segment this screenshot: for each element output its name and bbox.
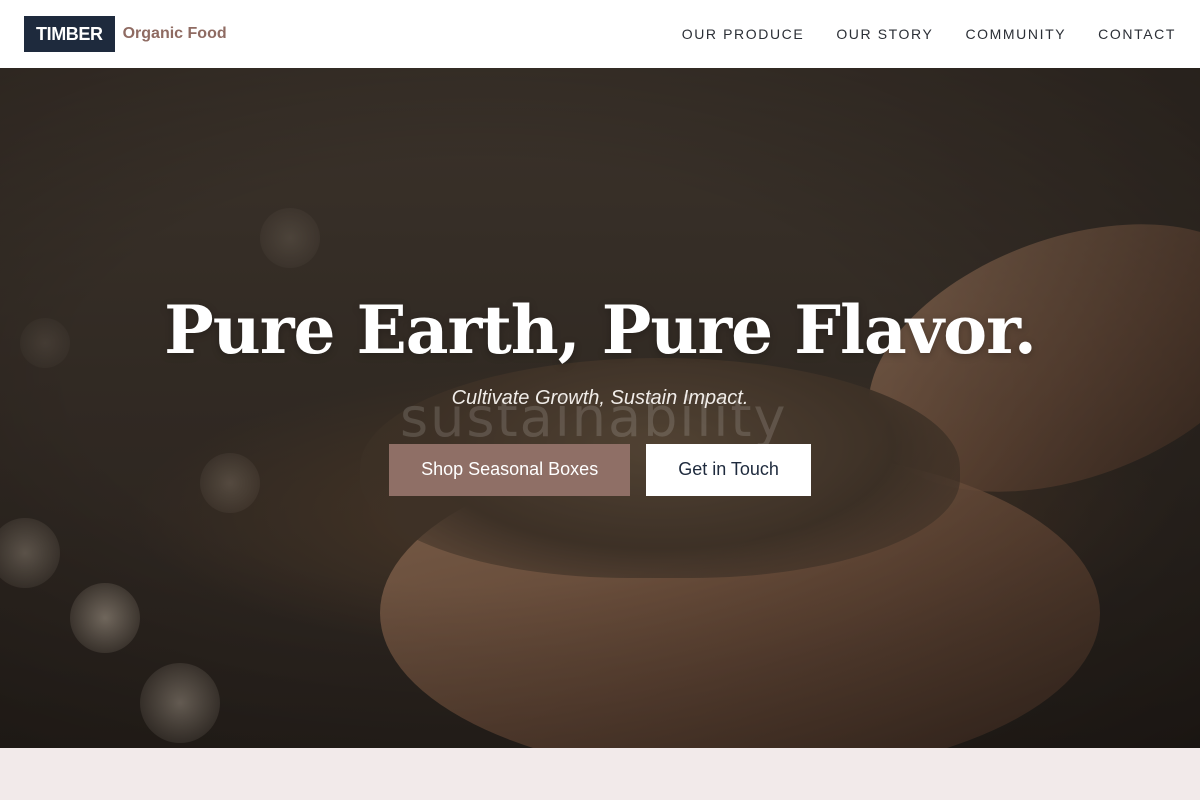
next-section [0,748,1200,800]
hero-content: Pure Earth, Pure Flavor. Cultivate Growt… [0,68,1200,748]
brand-logo[interactable]: TIMBER Organic Food [24,16,227,52]
site-header: TIMBER Organic Food OUR PRODUCE OUR STOR… [0,0,1200,68]
shop-seasonal-boxes-button[interactable]: Shop Seasonal Boxes [389,443,631,496]
hero-cta-group: Shop Seasonal Boxes Get in Touch [389,443,811,496]
nav-item-contact[interactable]: CONTACT [1098,26,1176,42]
main-nav: OUR PRODUCE OUR STORY COMMUNITY CONTACT [682,26,1176,42]
hero-section: sustainability Pure Earth, Pure Flavor. … [0,68,1200,748]
brand-tagline: Organic Food [122,25,227,42]
hero-subtitle: Cultivate Growth, Sustain Impact. [451,386,749,409]
brand-name: TIMBER [24,16,115,52]
get-in-touch-button[interactable]: Get in Touch [646,443,811,496]
hero-title: Pure Earth, Pure Flavor. [164,290,1037,369]
nav-item-community[interactable]: COMMUNITY [965,26,1066,42]
nav-item-our-produce[interactable]: OUR PRODUCE [682,26,805,42]
nav-item-our-story[interactable]: OUR STORY [836,26,933,42]
